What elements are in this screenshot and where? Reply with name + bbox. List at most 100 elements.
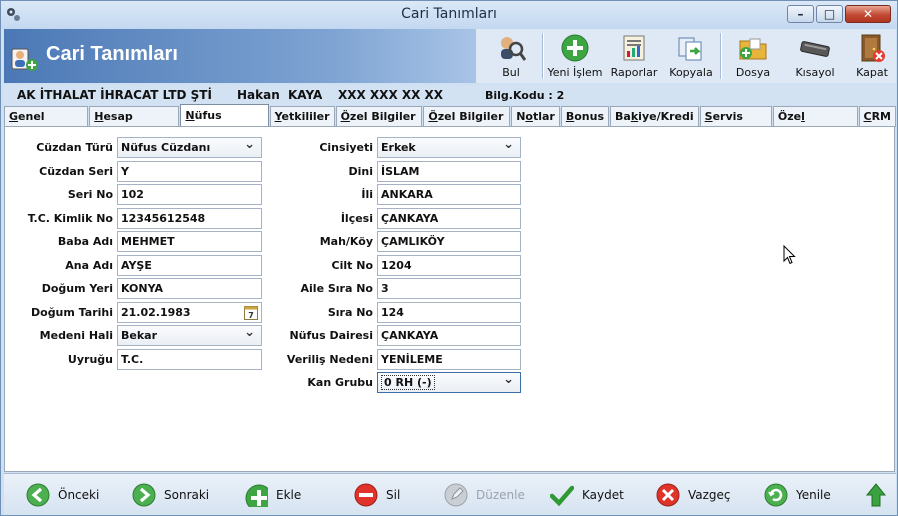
cilt-no-field-row: Cilt No 1204 — [5, 254, 885, 276]
checkmark-icon — [550, 485, 574, 507]
exit-door-icon — [861, 34, 885, 62]
sil-button[interactable]: Sil — [354, 482, 400, 508]
kaydet-button-label: Kaydet — [582, 488, 624, 502]
kaydet-button[interactable]: Kaydet — [550, 482, 624, 508]
mah-koy-field-value: ÇAMLIKÖY — [381, 235, 445, 248]
header-band: Cari Tanımları Bul Yeni İşlem Raporlar Kopy… — [4, 29, 896, 83]
minus-icon — [354, 483, 378, 507]
tab-strip: Genel BilgilerHesap BilgileriNüfus Bilgi… — [4, 104, 897, 143]
sonraki-button-label: Sonraki — [164, 488, 210, 502]
sonraki-button[interactable]: Sonraki — [132, 482, 209, 508]
minimize-icon: – — [797, 7, 804, 21]
arrow-left-icon — [26, 483, 50, 507]
aile-sira-no-field-label: Aile Sıra No — [300, 282, 373, 295]
verilis-nedeni-field-label: Veriliş Nedeni — [286, 352, 373, 366]
contact-last-name: KAYA — [288, 88, 323, 102]
kopyala-button[interactable]: Kopyala — [662, 29, 720, 83]
yukari-button[interactable] — [864, 482, 896, 508]
sira-no-field-label: Sıra No — [327, 305, 373, 319]
ilcesi-field[interactable]: ÇANKAYA — [377, 207, 521, 229]
dini-field-value: İSLAM — [381, 164, 420, 178]
tab-label-post: onus — [574, 110, 605, 123]
record-info-line: AK İTHALAT İHRACAT LTD ŞTİ Hakan KAYA XX… — [4, 85, 896, 105]
vazgec-button[interactable]: Vazgeç — [656, 482, 731, 508]
contact-phone: XXX XXX XX XX — [338, 88, 444, 102]
close-button[interactable]: ✕ — [845, 5, 891, 23]
tab-hesap-bilgileri[interactable]: Hesap Bilgileri — [89, 106, 180, 142]
kapat-button[interactable]: Kapat — [846, 29, 898, 83]
cilt-no-field-label: Cilt No — [331, 258, 373, 272]
tab-servis-bilg-[interactable]: Servis Bilg. — [699, 106, 772, 142]
tab-label-post: tlar — [532, 110, 555, 123]
tab-label-accesskey: N — [185, 109, 195, 122]
aile-sira-no-field-row: Aile Sıra No 3 — [5, 278, 885, 299]
minimize-button[interactable]: – — [787, 5, 814, 23]
page-title: Cari Tanımları — [46, 43, 178, 65]
kopyala-button-label: Kopyala — [669, 66, 713, 79]
window-title: Cari Tanımları — [401, 6, 497, 22]
cilt-no-field[interactable]: 1204 — [377, 254, 521, 276]
cilt-no-field-value: 1204 — [381, 258, 412, 272]
tab-label-post: etkililer — [281, 110, 330, 123]
tab-özel-bilgiler-1[interactable]: Özel Bilgiler 1 — [335, 106, 423, 142]
mah-koy-field-label: Mah/Köy — [319, 235, 373, 248]
tab-crm[interactable]: CRM — [858, 106, 896, 127]
duzenle-button-label: Düzenle — [476, 488, 525, 502]
folder-icon — [739, 38, 767, 60]
tab-bakiye-kredi[interactable]: Bakiye/Kredi — [610, 106, 699, 127]
refresh-icon — [764, 483, 788, 507]
copy-icon — [678, 37, 702, 61]
yeni-islem-button[interactable]: Yeni İşlem — [544, 29, 606, 83]
tab-özel-bilgiler-2[interactable]: Özel Bilgiler 2 — [423, 106, 511, 142]
contact-first-name: Hakan — [237, 88, 280, 102]
close-icon: ✕ — [862, 7, 874, 21]
tab-yetkililer[interactable]: Yetkililer — [269, 106, 335, 127]
dini-field[interactable]: İSLAM — [377, 160, 521, 182]
bul-button[interactable]: Bul — [480, 29, 542, 83]
toolbar: Bul Yeni İşlem Raporlar Kopyala Dosya Kısayol… — [480, 29, 898, 83]
ili-field-row: İli ANKARA — [5, 184, 885, 205]
onceki-button[interactable]: Önceki — [26, 482, 99, 508]
tab-label-accesskey: G — [9, 110, 19, 123]
arrow-up-icon — [865, 483, 887, 507]
tab-özel-tanımlar[interactable]: Özel Tanımlar — [772, 106, 858, 142]
dini-field-label: Dini — [348, 164, 373, 178]
yenile-button[interactable]: Yenile — [764, 482, 831, 508]
kan-grubu-select[interactable]: 0 RH (-) — [377, 370, 521, 393]
mah-koy-field[interactable]: ÇAMLIKÖY — [377, 231, 521, 252]
duzenle-button[interactable]: Düzenle — [444, 482, 525, 508]
title-bar[interactable]: Cari Tanımları – □ ✕ — [1, 1, 897, 29]
tab-bonus[interactable]: Bonus — [560, 106, 610, 127]
keyboard-icon — [800, 41, 830, 57]
ilcesi-field-label: İlçesi — [340, 211, 373, 225]
mah-koy-field-row: Mah/Köy ÇAMLIKÖY — [5, 231, 885, 252]
cinsiyeti-select-value: Erkek — [381, 141, 416, 154]
kan-grubu-select-label: Kan Grubu — [307, 376, 373, 389]
arrow-right-icon — [132, 483, 156, 507]
company-name: AK İTHALAT İHRACAT LTD ŞTİ — [17, 88, 212, 102]
maximize-icon: □ — [823, 7, 836, 21]
sira-no-field[interactable]: 124 — [377, 301, 521, 323]
ekle-button[interactable]: Ekle — [244, 482, 301, 508]
kan-grubu-select-row: Kan Grubu 0 RH (-) — [5, 370, 885, 393]
maximize-button[interactable]: □ — [816, 5, 843, 23]
nufus-dairesi-field-label: Nüfus Dairesi — [289, 329, 373, 342]
aile-sira-no-field-value: 3 — [381, 282, 389, 295]
nufus-dairesi-field[interactable]: ÇANKAYA — [377, 325, 521, 346]
mouse-cursor-icon — [783, 245, 796, 265]
verilis-nedeni-field[interactable]: YENİLEME — [377, 348, 521, 370]
dosya-button[interactable]: Dosya — [722, 29, 784, 83]
plus-icon — [245, 484, 268, 507]
header-title-area: Cari Tanımları — [4, 29, 476, 83]
ili-field[interactable]: ANKARA — [377, 184, 521, 205]
aile-sira-no-field[interactable]: 3 — [377, 278, 521, 299]
tab-nüfus-bilgileri[interactable]: Nüfus Bilgileri — [180, 104, 269, 143]
tab-notlar[interactable]: Notlar — [511, 106, 560, 127]
nufus-dairesi-field-value: ÇANKAYA — [381, 329, 439, 342]
cinsiyeti-select[interactable]: Erkek — [377, 135, 521, 158]
bilg-kodu-label: Bilg.Kodu : 2 — [485, 89, 565, 102]
tab-genel-bilgiler[interactable]: Genel Bilgiler — [4, 106, 89, 142]
kisayol-button[interactable]: Kısayol — [784, 29, 846, 83]
nufus-dairesi-field-row: Nüfus Dairesi ÇANKAYA — [5, 325, 885, 346]
raporlar-button[interactable]: Raporlar — [606, 29, 662, 83]
